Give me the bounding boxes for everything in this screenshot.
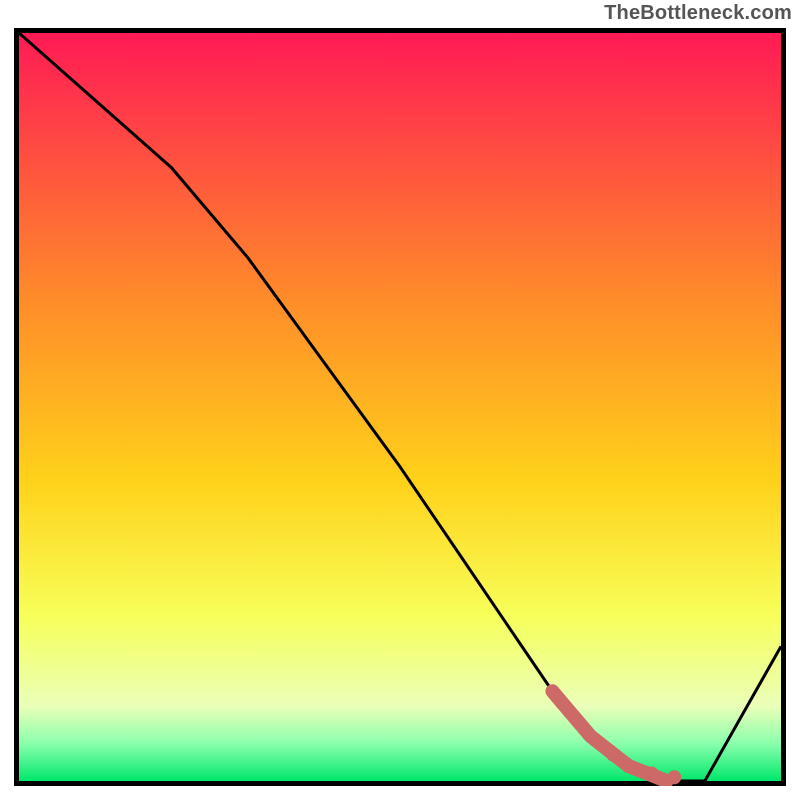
bottleneck-chart bbox=[14, 28, 786, 786]
attribution-label: TheBottleneck.com bbox=[604, 2, 792, 25]
heat-gradient bbox=[19, 33, 781, 781]
